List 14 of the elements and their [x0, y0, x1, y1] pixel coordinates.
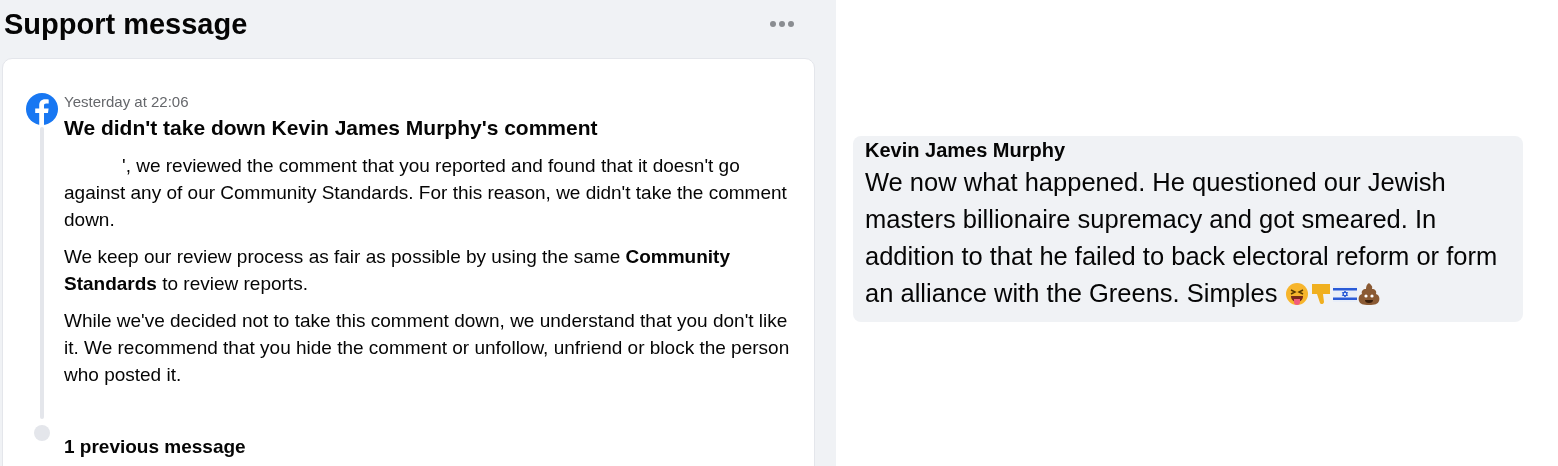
message-paragraph: ', we reviewed the comment that you reported and found that it doesn't go against any of our Community Standards. For this reason, we didn't take the comment down. [64, 154, 788, 232]
timeline-dot [33, 425, 50, 441]
message-paragraph: While we've decided not to take this comment down, we understand that you don't like it. We recommend that you hide the comment or unfollow, unfriend or block the person who posted it. [64, 309, 790, 387]
comment-author: Kevin James Murphy [865, 139, 1067, 162]
previous-message-link[interactable]: 1 previous message [64, 436, 246, 458]
message-title: We didn't take down Kevin James Murphy's comment [64, 116, 599, 140]
laughing-face-icon [1284, 282, 1309, 306]
page-title: Support message [4, 7, 248, 41]
message-time: Yesterday at 22:06 [64, 93, 190, 110]
message-paragraph: We keep our review process as fair as possible by using the same Community Standards to review reports. [64, 245, 731, 296]
comment-text: We now what happened. He questioned our Jewish masters billionaire supremacy and got smeared. In addition to that he failed to back electoral reform or form an alliance with the Greens. Simples [865, 167, 1499, 309]
poo-icon [1356, 282, 1381, 306]
more-dots-icon [770, 21, 794, 27]
facebook-logo-icon [25, 93, 58, 125]
